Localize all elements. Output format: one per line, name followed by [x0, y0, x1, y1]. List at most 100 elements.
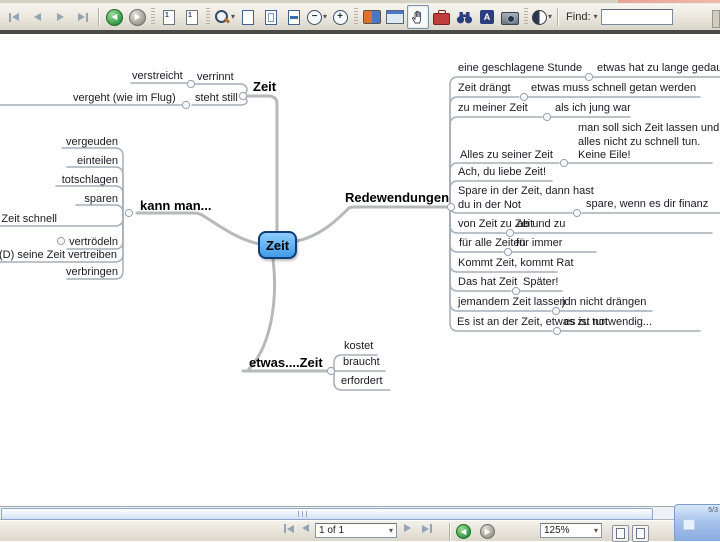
- find-group: Find: ▾: [566, 9, 673, 25]
- display-contrast-button[interactable]: ▾: [531, 5, 553, 29]
- next-view-button[interactable]: [126, 5, 148, 29]
- zoom-indicator[interactable]: 125% ▾: [540, 523, 602, 538]
- zoom-out-button[interactable]: − ▾: [306, 5, 328, 29]
- search-button[interactable]: [453, 5, 475, 29]
- comment-toolbox-button[interactable]: [430, 5, 452, 29]
- meaning-5: spare, wenn es dir finanz: [586, 198, 709, 210]
- status-first-page-button[interactable]: [284, 524, 294, 533]
- node-kostet: kostet: [344, 340, 374, 352]
- page-mode-continuous-button[interactable]: [632, 525, 649, 542]
- find-label: Find:: [566, 11, 591, 23]
- idiom-5: Spare in der Zeit, dann hast du in der N…: [458, 185, 594, 211]
- first-page-icon: [9, 12, 11, 22]
- meaning-9: Später!: [523, 276, 559, 288]
- page-indicator-dropdown[interactable]: ▾: [389, 526, 393, 535]
- zoom-indicator-dropdown[interactable]: ▾: [594, 526, 598, 535]
- meaning-11: es ist notwendig...: [564, 316, 653, 328]
- background-window-sliver: [618, 0, 720, 3]
- corner-icon: [683, 519, 695, 530]
- corner-badge: 5/3: [708, 507, 718, 514]
- last-page-icon: [78, 13, 85, 21]
- zoom-indicator-text: 125%: [544, 525, 570, 536]
- contrast-dropdown[interactable]: ▾: [548, 13, 552, 21]
- node-verrinnt: verrinnt: [197, 71, 234, 83]
- status-previous-page-button[interactable]: [302, 524, 309, 532]
- separator: [98, 8, 99, 26]
- fit-page-icon: [265, 9, 278, 25]
- first-page-button[interactable]: [3, 5, 25, 29]
- node-verstreicht: verstreicht: [132, 70, 183, 82]
- idiom-3: Alles zu seiner Zeit: [460, 149, 553, 161]
- find-dropdown[interactable]: ▾: [594, 13, 598, 21]
- fit-page-button[interactable]: [260, 5, 282, 29]
- status-last-page-button[interactable]: [422, 524, 432, 533]
- fit-width-button[interactable]: [283, 5, 305, 29]
- toolbar-grip: [524, 8, 529, 26]
- document-canvas[interactable]: Zeit Zeit verstreicht verrinnt vergeht (…: [0, 34, 720, 506]
- zoom-out-icon: −: [307, 9, 323, 25]
- idiom-8: Kommt Zeit, kommt Rat: [458, 257, 574, 269]
- comment-toolbox-icon: [432, 9, 450, 25]
- node-vertroedeln: vertrödeln: [69, 236, 118, 248]
- camera-icon: [501, 11, 520, 25]
- window-mode-button[interactable]: [384, 5, 406, 29]
- meaning-6: ab und zu: [517, 218, 566, 230]
- select-text-button[interactable]: [476, 5, 498, 29]
- app-window: { "toolbar": { "find_label": "Find:", "f…: [0, 0, 720, 542]
- zoom-tool-button[interactable]: ▾: [213, 5, 236, 29]
- clipped-toolbar-button: [712, 10, 720, 28]
- continuous-layout-button[interactable]: 1: [181, 5, 203, 29]
- previous-view-button[interactable]: [103, 5, 125, 29]
- status-next-page-button[interactable]: [404, 524, 411, 532]
- horizontal-scrollbar[interactable]: [0, 506, 674, 520]
- idiom-1: Zeit drängt: [458, 82, 511, 94]
- picture-tasks-button[interactable]: [499, 5, 521, 29]
- next-page-button[interactable]: [49, 5, 71, 29]
- toolbar-grip: [354, 8, 359, 26]
- meaning-0: etwas hat zu lange gedauert: [597, 62, 720, 74]
- horizontal-scrollbar-thumb[interactable]: [1, 508, 653, 520]
- previous-page-icon: [33, 13, 41, 21]
- hand-tool-button[interactable]: [407, 5, 430, 29]
- branch-label-kann-man: kann man...: [140, 198, 212, 213]
- idiom-4: Ach, du liebe Zeit!: [458, 166, 547, 178]
- zoom-in-button[interactable]: +: [329, 5, 351, 29]
- zoom-tool-dropdown[interactable]: ▾: [231, 13, 235, 21]
- window-icon: [386, 10, 405, 24]
- previous-page-button[interactable]: [26, 5, 48, 29]
- meaning-1: etwas muss schnell getan werden: [531, 82, 697, 94]
- page-indicator[interactable]: 1 of 1 ▾: [315, 523, 397, 538]
- ebook-button[interactable]: [361, 5, 383, 29]
- status-next-view-button[interactable]: [480, 524, 495, 539]
- page-mode-single-button[interactable]: [612, 525, 629, 542]
- magnifier-icon: [214, 9, 231, 25]
- node-erfordert: erfordert: [341, 375, 383, 387]
- main-toolbar: 1 1 ▾ −▾ + ▾ Find: ▾: [0, 4, 720, 30]
- separator: [449, 523, 450, 541]
- fit-width-icon: [288, 9, 301, 25]
- actual-size-button[interactable]: [237, 5, 259, 29]
- last-page-button[interactable]: [72, 5, 94, 29]
- meaning-3: man soll sich Zeit lassen und alles nich…: [578, 122, 720, 161]
- status-previous-view-button[interactable]: [456, 524, 471, 539]
- node-zeit-schnell: Zeit schnell: [1, 213, 57, 225]
- select-text-icon: [480, 10, 495, 24]
- continuous-page-icon: 1: [186, 9, 198, 25]
- next-view-icon: [480, 524, 495, 539]
- meaning-2: als ich jung war: [555, 102, 631, 114]
- zoom-out-dropdown[interactable]: ▾: [323, 13, 327, 21]
- actual-size-icon: [242, 9, 255, 25]
- next-view-icon: [128, 8, 146, 26]
- single-page-layout-button[interactable]: 1: [158, 5, 180, 29]
- idiom-0: eine geschlagene Stunde: [458, 62, 583, 74]
- ebook-icon: [363, 10, 382, 24]
- toolbar-grip: [206, 8, 210, 26]
- mindmap-root-node: Zeit: [258, 231, 297, 259]
- find-input[interactable]: [600, 9, 673, 25]
- previous-view-icon: [105, 8, 123, 26]
- hand-icon: [412, 10, 422, 24]
- meaning-10: jdn nicht drängen: [562, 296, 647, 308]
- binoculars-icon: [456, 11, 472, 23]
- previous-view-icon: [456, 524, 471, 539]
- node-sparen: sparen: [84, 193, 118, 205]
